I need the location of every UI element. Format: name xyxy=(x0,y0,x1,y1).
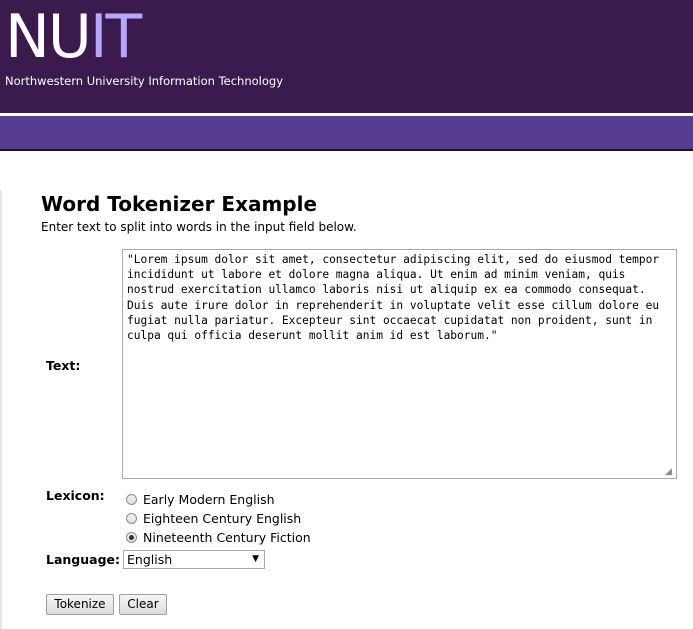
text-input[interactable]: "Lorem ipsum dolor sit amet, consectetur… xyxy=(122,249,677,479)
nuit-logo[interactable]: NUIT xyxy=(5,2,142,72)
radio-icon[interactable] xyxy=(126,493,137,505)
chevron-down-icon[interactable]: ▼ xyxy=(252,551,259,568)
lexicon-option-early-modern-english[interactable]: Early Modern English xyxy=(126,490,275,508)
intro-text: Enter text to split into words in the in… xyxy=(41,220,357,234)
logo-it: IT xyxy=(89,2,142,72)
language-selected-value: English xyxy=(127,552,173,567)
lexicon-option-nineteenth-century-fiction[interactable]: Nineteenth Century Fiction xyxy=(126,528,311,546)
nav-bar xyxy=(0,116,693,149)
lexicon-option-label: Nineteenth Century Fiction xyxy=(143,529,311,545)
lexicon-option-label: Early Modern English xyxy=(143,491,275,507)
logo-nu: NU xyxy=(5,2,92,72)
lexicon-label: Lexicon: xyxy=(46,488,105,503)
lexicon-option-eighteen-century-english[interactable]: Eighteen Century English xyxy=(126,509,301,527)
radio-checked-icon[interactable] xyxy=(126,531,137,543)
language-label: Language: xyxy=(46,552,121,567)
page: NUIT Northwestern University Information… xyxy=(0,0,693,629)
content-left-border xyxy=(0,190,2,629)
page-title: Word Tokenizer Example xyxy=(41,192,318,216)
nav-bottom-border xyxy=(0,149,693,151)
clear-button[interactable]: Clear xyxy=(119,594,167,615)
site-header: NUIT Northwestern University Information… xyxy=(0,0,693,113)
tokenize-button[interactable]: Tokenize xyxy=(46,594,114,615)
site-subtitle: Northwestern University Information Tech… xyxy=(5,74,283,88)
radio-icon[interactable] xyxy=(126,512,137,524)
text-label: Text: xyxy=(46,358,81,373)
lexicon-option-label: Eighteen Century English xyxy=(143,510,302,526)
language-select[interactable]: English ▼ xyxy=(123,550,265,569)
